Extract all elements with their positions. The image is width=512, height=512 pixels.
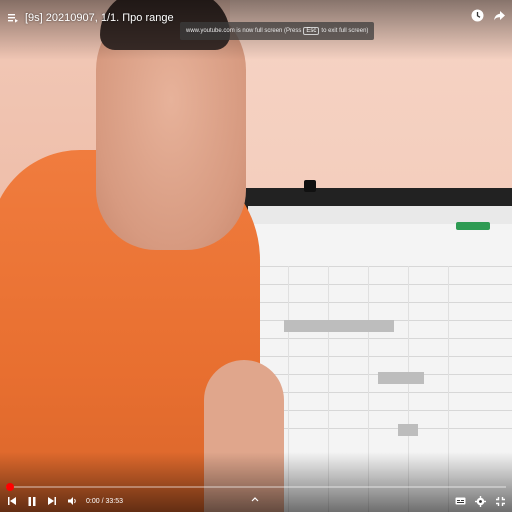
video-frame[interactable] <box>0 0 512 512</box>
duration: 33:53 <box>105 497 124 505</box>
exit-fullscreen-icon[interactable] <box>494 495 506 507</box>
highlighted-cells <box>378 372 424 384</box>
pause-icon[interactable] <box>26 495 38 507</box>
screen-green-button <box>456 222 490 230</box>
video-title[interactable]: [9s] 20210907, 1/1. Про range <box>25 12 174 24</box>
share-icon[interactable] <box>492 8 506 22</box>
esc-key: Esc <box>303 27 320 35</box>
volume-icon[interactable] <box>66 495 78 507</box>
progress-bar[interactable] <box>6 483 506 491</box>
gear-icon[interactable] <box>474 495 486 507</box>
playlist-icon[interactable] <box>6 11 20 25</box>
toast-text-after: to exit full screen) <box>321 28 369 34</box>
top-right-actions <box>470 8 506 22</box>
skip-previous-icon[interactable] <box>6 495 18 507</box>
subtitles-icon[interactable] <box>454 495 466 507</box>
highlighted-cells <box>398 424 418 436</box>
skip-next-icon[interactable] <box>46 495 58 507</box>
scrubber-handle[interactable] <box>6 483 14 491</box>
time-display: 0:00 / 33:53 <box>86 498 123 505</box>
time-separator: / <box>101 497 104 505</box>
webcam <box>304 180 316 192</box>
toast-text-before: www.youtube.com is now full screen (Pres… <box>186 28 302 34</box>
chevron-up-icon[interactable] <box>250 494 260 504</box>
highlighted-cells <box>284 320 394 332</box>
current-time: 0:00 <box>86 497 100 505</box>
fullscreen-toast: www.youtube.com is now full screen (Pres… <box>180 22 375 40</box>
clock-icon[interactable] <box>470 8 484 22</box>
video-title-row: [9s] 20210907, 1/1. Про range <box>6 8 174 28</box>
